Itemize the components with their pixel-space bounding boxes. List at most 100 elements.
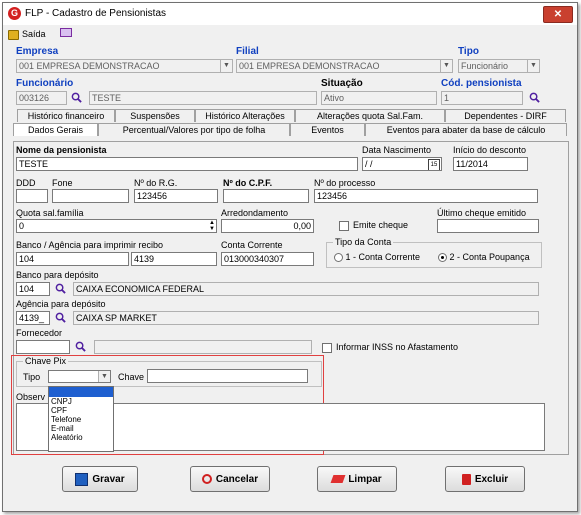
excluir-button[interactable]: Excluir	[445, 466, 525, 492]
empresa-select[interactable]: 001 EMPRESA DEMONSTRACAO ▼	[16, 59, 233, 73]
chevron-down-icon[interactable]: ▼	[220, 60, 232, 72]
cod-pensionista-field[interactable]: 1	[441, 91, 523, 105]
spin-arrows-icon[interactable]: ▲ ▼	[209, 220, 215, 232]
nome-field[interactable]: TESTE	[16, 157, 358, 171]
limpar-label: Limpar	[348, 473, 382, 485]
tab-eventos-abater[interactable]: Eventos para abater da base de cálculo	[365, 123, 567, 136]
monitor-icon[interactable]	[60, 28, 72, 37]
emite-cheque-checkbox[interactable]	[339, 221, 349, 231]
fone-label: Fone	[52, 178, 73, 188]
tipo-label: Tipo	[458, 46, 479, 57]
search-icon[interactable]	[71, 92, 82, 103]
excluir-label: Excluir	[474, 473, 509, 485]
observacoes-label: Observ	[16, 392, 46, 402]
tab-row-1: Histórico financeiro Suspensões Históric…	[17, 109, 566, 122]
agencia-deposito-code-field[interactable]: 4139_	[16, 311, 50, 325]
pix-chave-field[interactable]	[147, 369, 308, 383]
quota-value: 0	[19, 221, 25, 231]
pix-option-cpf[interactable]: CPF	[49, 406, 113, 415]
pix-tipo-dropdown-list: CNPJ CPF Telefone E-mail Aleatório	[48, 386, 114, 452]
pix-option-email[interactable]: E-mail	[49, 424, 113, 433]
main-window: G FLP - Cadastro de Pensionistas ✕ Saída…	[2, 2, 578, 512]
agencia-deposito-code: 4139_	[19, 313, 45, 323]
filial-select[interactable]: 001 EMPRESA DEMONSTRACAO ▼	[236, 59, 453, 73]
chave-pix-label: Chave Pix	[23, 356, 69, 366]
agencia-deposito-label: Agência para depósito	[16, 299, 106, 309]
agencia-recibo-field[interactable]: 4139	[131, 252, 217, 266]
title-bar: G FLP - Cadastro de Pensionistas ✕	[3, 3, 577, 25]
pix-tipo-label: Tipo	[23, 372, 41, 382]
funcionario-code-field[interactable]: 003126	[16, 91, 67, 105]
tab-historico-alteracoes[interactable]: Histórico Alterações	[195, 109, 295, 122]
conta-corrente-label: Conta Corrente	[221, 240, 283, 250]
situacao-value: Ativo	[324, 93, 345, 103]
agencia-recibo-value: 4139	[134, 254, 155, 264]
rg-value: 123456	[137, 191, 168, 201]
cod-pensionista-value: 1	[444, 93, 450, 103]
eraser-icon	[330, 475, 346, 483]
nome-value: TESTE	[19, 159, 49, 169]
tab-dependentes-dirf[interactable]: Dependentes - DIRF	[445, 109, 566, 122]
nome-label: Nome da pensionista	[16, 145, 107, 155]
fornecedor-code-field[interactable]	[16, 340, 70, 354]
inicio-desconto-field[interactable]: 11/2014	[453, 157, 528, 171]
cpf-field[interactable]	[223, 189, 309, 203]
pix-option-aleatorio[interactable]: Aleatório	[49, 433, 113, 442]
conta-corrente-field[interactable]: 013000340307	[221, 252, 314, 266]
pix-tipo-select[interactable]: ▼	[48, 370, 111, 383]
banco-recibo-field[interactable]: 104	[16, 252, 129, 266]
processo-field[interactable]: 123456	[314, 189, 538, 203]
tipo-select[interactable]: Funcionário ▼	[458, 59, 540, 73]
chevron-down-icon[interactable]: ▼	[527, 60, 539, 72]
data-nascimento-label: Data Nascimento	[362, 145, 432, 155]
quota-field[interactable]: 0 ▲ ▼	[16, 219, 217, 233]
app-logo-icon: G	[8, 7, 21, 20]
informar-inss-checkbox[interactable]	[322, 343, 332, 353]
limpar-button[interactable]: Limpar	[317, 466, 397, 492]
search-icon[interactable]	[55, 283, 66, 294]
search-icon[interactable]	[529, 92, 540, 103]
pix-option-telefone[interactable]: Telefone	[49, 415, 113, 424]
conta-corrente-option-label: 1 - Conta Corrente	[345, 252, 421, 262]
rg-field[interactable]: 123456	[134, 189, 218, 203]
close-button[interactable]: ✕	[543, 6, 573, 23]
conta-poupanca-option-label: 2 - Conta Poupança	[449, 252, 530, 262]
cancelar-button[interactable]: Cancelar	[190, 466, 270, 492]
tab-historico-financeiro[interactable]: Histórico financeiro	[17, 109, 115, 122]
processo-value: 123456	[317, 191, 348, 201]
ddd-field[interactable]	[16, 189, 48, 203]
fone-field[interactable]	[52, 189, 129, 203]
conta-poupanca-radio[interactable]	[438, 253, 447, 263]
banco-deposito-label: Banco para depósito	[16, 270, 99, 280]
cancelar-label: Cancelar	[215, 473, 259, 485]
conta-poupanca-radio-wrap[interactable]: 2 - Conta Poupança	[438, 252, 530, 263]
chave-pix-group: Chave Pix Tipo ▼ Chave	[16, 356, 322, 387]
gravar-button[interactable]: Gravar	[62, 466, 138, 492]
banco-deposito-name-field: CAIXA ECONOMICA FEDERAL	[73, 282, 539, 296]
gravar-label: Gravar	[92, 473, 125, 485]
pix-option-cnpj[interactable]: CNPJ	[49, 397, 113, 406]
conta-corrente-radio-wrap[interactable]: 1 - Conta Corrente	[334, 252, 421, 263]
funcionario-label: Funcionário	[16, 78, 74, 89]
tab-dados-gerais[interactable]: Dados Gerais	[13, 123, 98, 136]
inicio-desconto-label: Início do desconto	[453, 145, 527, 155]
calendar-icon[interactable]: 15	[428, 159, 440, 170]
banco-deposito-code-field[interactable]: 104	[16, 282, 50, 296]
search-icon[interactable]	[55, 312, 66, 323]
tab-percentual-valores[interactable]: Percentual/Valores por tipo de folha	[98, 123, 290, 136]
arredondamento-field[interactable]: 0,00	[221, 219, 314, 233]
chevron-down-icon[interactable]: ▼	[98, 371, 110, 382]
tab-eventos[interactable]: Eventos	[290, 123, 365, 136]
data-nascimento-field[interactable]: / / 15	[362, 157, 442, 171]
tipo-conta-label: Tipo da Conta	[333, 237, 394, 247]
funcionario-name: TESTE	[92, 93, 122, 103]
chevron-down-icon[interactable]: ▼	[440, 60, 452, 72]
pix-option-blank[interactable]	[49, 387, 113, 397]
tab-suspensoes[interactable]: Suspensões	[115, 109, 195, 122]
tab-alteracoes-quota[interactable]: Alterações quota Sal.Fam.	[295, 109, 445, 122]
data-nascimento-value: / /	[365, 159, 373, 169]
search-icon[interactable]	[75, 341, 86, 352]
conta-corrente-radio[interactable]	[334, 253, 343, 263]
exit-menu-item[interactable]: Saída	[8, 28, 46, 40]
ultimo-cheque-field[interactable]	[437, 219, 539, 233]
